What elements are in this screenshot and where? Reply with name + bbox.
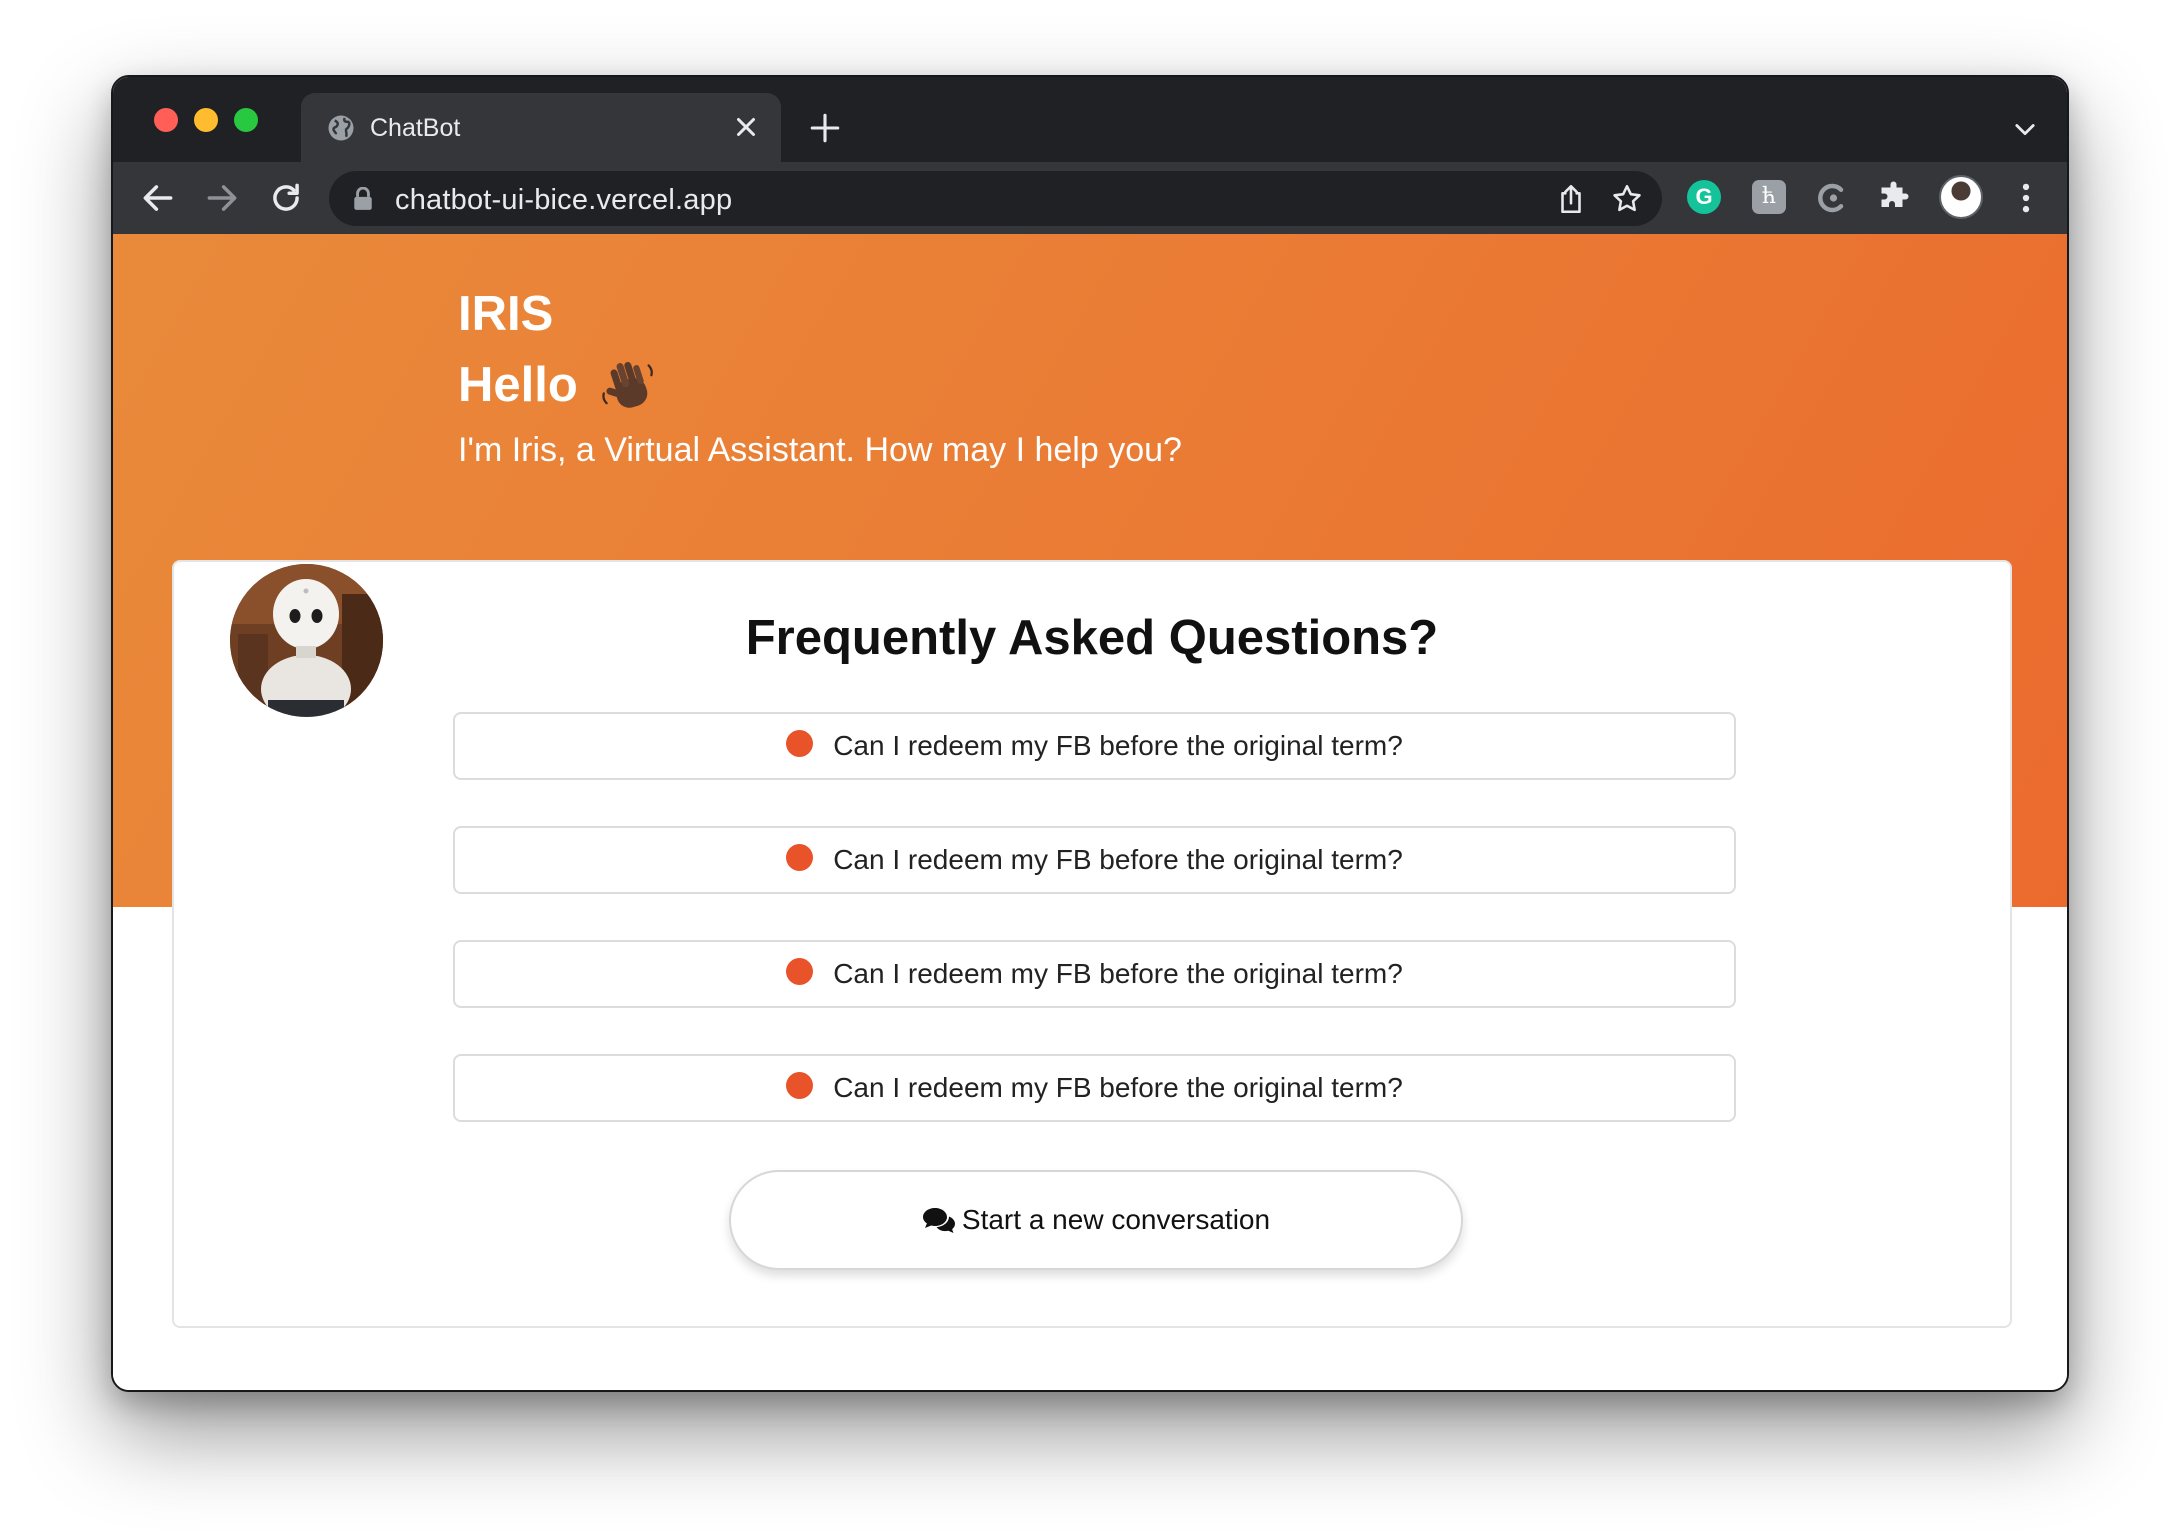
browser-window: ChatBot chatbot-ui-bice.vercel.app G ћ I… — [111, 75, 2069, 1392]
faq-item[interactable]: Can I redeem my FB before the original t… — [453, 826, 1736, 894]
tab-strip: ChatBot — [113, 77, 2067, 162]
tab-title: ChatBot — [370, 114, 461, 142]
faq-item[interactable]: Can I redeem my FB before the original t… — [453, 940, 1736, 1008]
chat-bubbles-icon — [922, 1208, 955, 1233]
faq-item[interactable]: Can I redeem my FB before the original t… — [453, 1054, 1736, 1122]
faq-title: Frequently Asked Questions? — [745, 611, 1439, 665]
share-icon[interactable] — [1554, 182, 1588, 216]
faq-item-text: Can I redeem my FB before the original t… — [833, 1072, 1403, 1103]
tab-chatbot[interactable]: ChatBot — [301, 93, 781, 162]
close-window-button[interactable] — [154, 108, 178, 132]
waving-hand-icon — [602, 362, 654, 408]
faq-card: Frequently Asked Questions? Can I redeem… — [172, 560, 2012, 1328]
address-bar[interactable]: chatbot-ui-bice.vercel.app — [329, 171, 1662, 226]
greeting-text: Hello — [458, 358, 578, 412]
faq-item-text: Can I redeem my FB before the original t… — [833, 730, 1403, 761]
close-icon[interactable] — [731, 112, 761, 142]
faq-item-text: Can I redeem my FB before the original t… — [833, 844, 1403, 875]
start-conversation-label: Start a new conversation — [961, 1204, 1271, 1235]
start-conversation-button[interactable]: Start a new conversation — [729, 1170, 1463, 1270]
chevron-down-icon[interactable] — [2011, 115, 2039, 143]
zoom-window-button[interactable] — [234, 108, 258, 132]
more-vert-icon[interactable] — [2007, 179, 2045, 217]
faq-bullet-icon — [786, 729, 814, 757]
grammarly-icon[interactable]: G — [1687, 180, 1721, 214]
robot-image — [230, 564, 383, 717]
forward-arrow-icon[interactable] — [203, 179, 241, 217]
profile-avatar[interactable] — [1939, 175, 1983, 219]
bot-name: IRIS — [458, 287, 554, 341]
url-text[interactable]: chatbot-ui-bice.vercel.app — [395, 184, 732, 217]
faq-item[interactable]: Can I redeem my FB before the original t… — [453, 712, 1736, 780]
faq-bullet-icon — [786, 957, 814, 985]
reload-icon[interactable] — [267, 179, 305, 217]
extension-c-icon[interactable] — [1814, 180, 1850, 216]
assistant-intro: I'm Iris, a Virtual Assistant. How may I… — [458, 431, 1182, 469]
page-content: IRIS Hello I'm Iris, a Virtual Assistant… — [113, 234, 2067, 1390]
greeting-heading: Hello — [458, 357, 657, 413]
faq-item-text: Can I redeem my FB before the original t… — [833, 958, 1403, 989]
extension-h-icon[interactable]: ћ — [1752, 180, 1786, 214]
faq-bullet-icon — [786, 1071, 814, 1099]
back-arrow-icon[interactable] — [139, 179, 177, 217]
plus-icon[interactable] — [808, 111, 842, 145]
globe-icon — [328, 115, 354, 141]
lock-icon[interactable] — [352, 187, 374, 211]
star-icon[interactable] — [1610, 182, 1644, 216]
minimize-window-button[interactable] — [194, 108, 218, 132]
browser-toolbar: chatbot-ui-bice.vercel.app G ћ — [113, 162, 2067, 234]
puzzle-icon[interactable] — [1877, 180, 1913, 216]
assistant-avatar — [230, 564, 383, 717]
faq-bullet-icon — [786, 843, 814, 871]
